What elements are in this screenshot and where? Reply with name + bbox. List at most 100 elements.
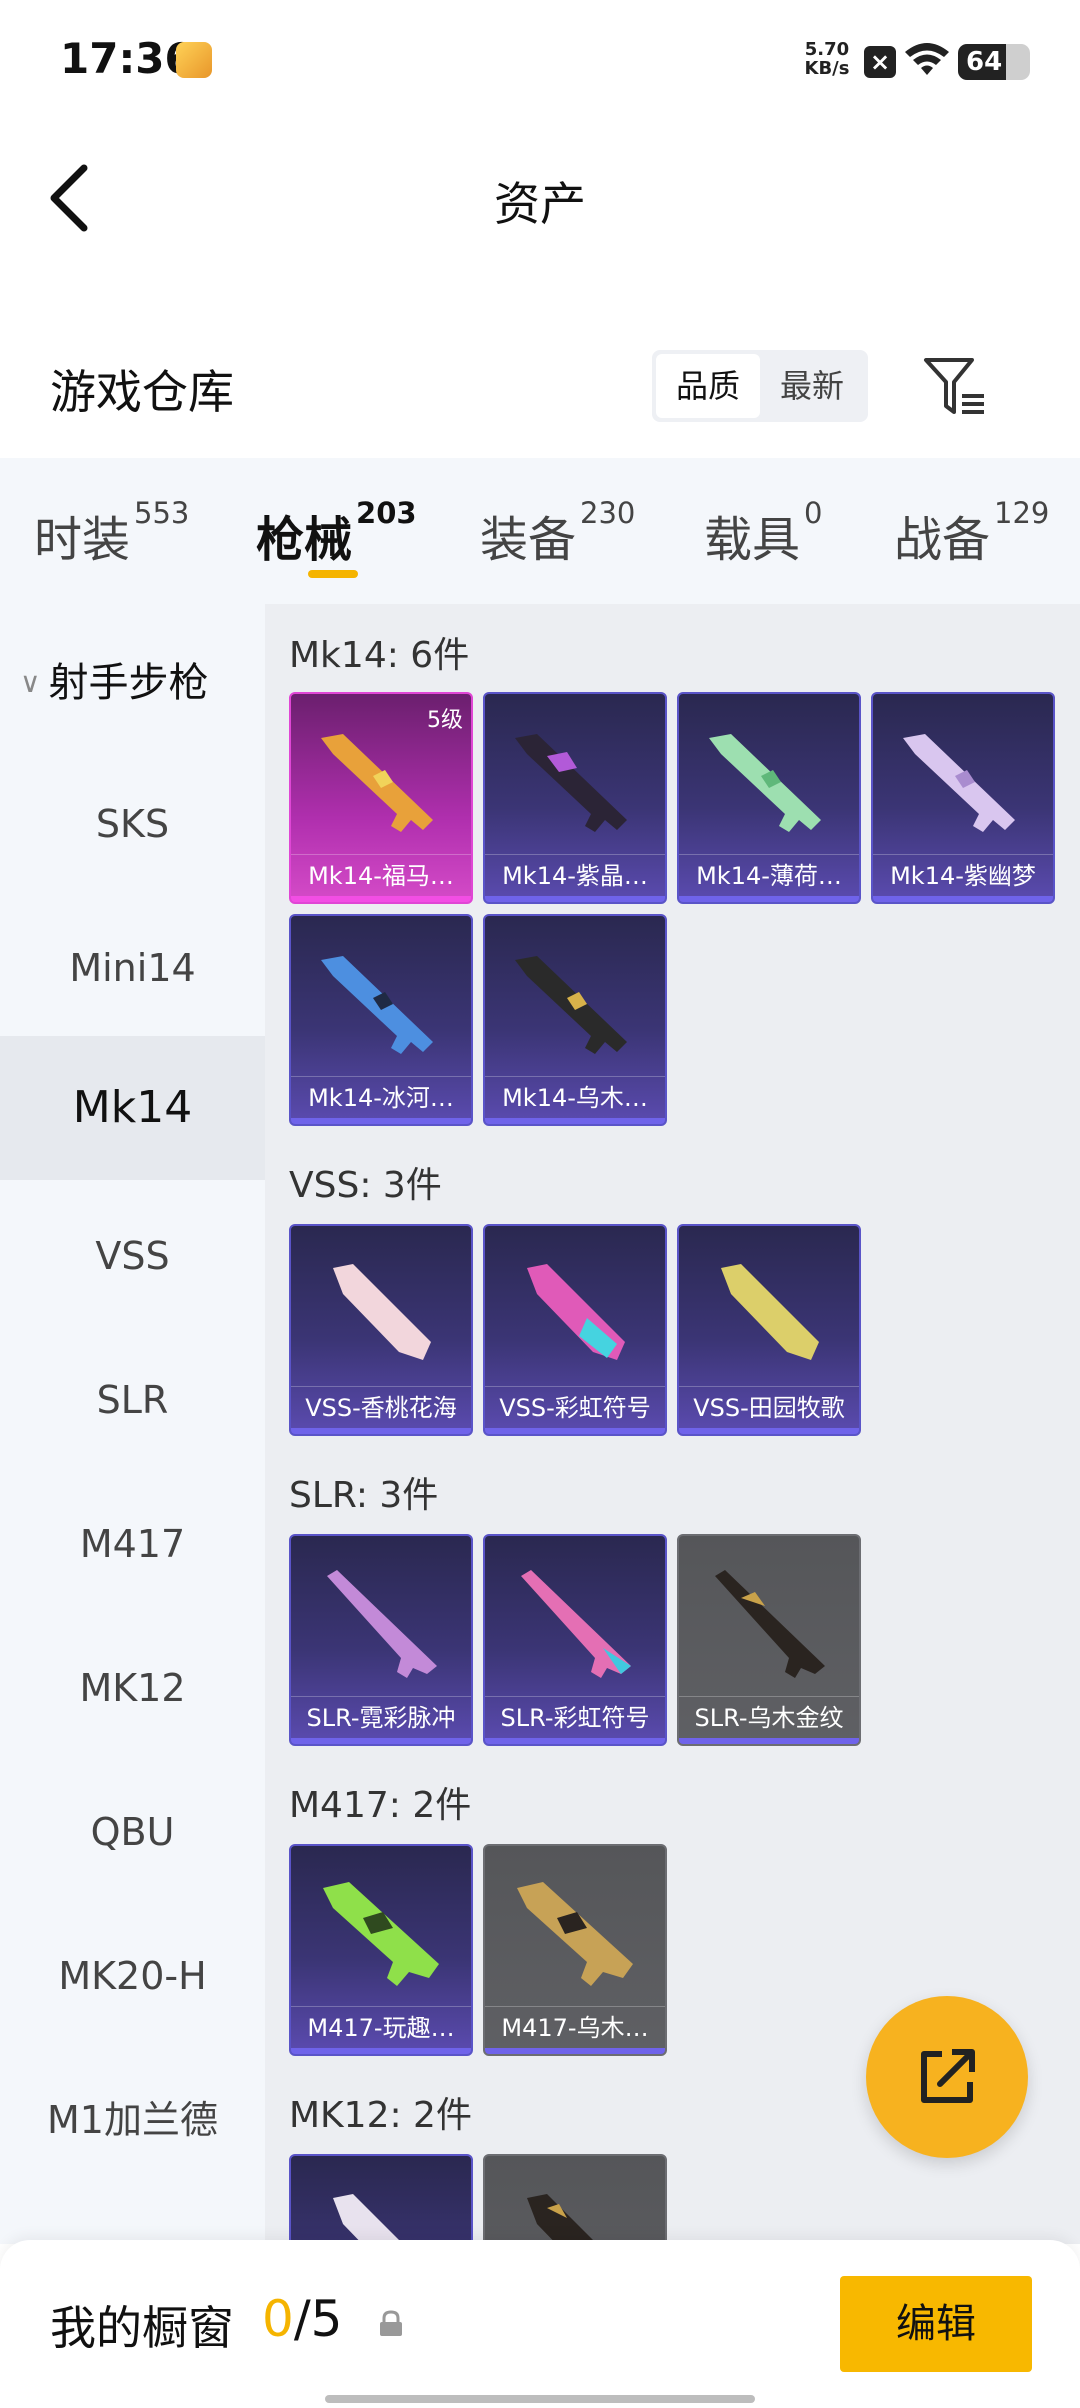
tab-label: 载具 (704, 512, 801, 568)
showcase-current: 0 (262, 2290, 294, 2348)
network-speed-unit: KB/s (804, 58, 850, 79)
skin-card[interactable]: 5级 Mk14-福马… (289, 692, 473, 904)
skin-name: VSS-彩虹符号 (485, 1386, 665, 1428)
showcase-total: /5 (293, 2290, 343, 2348)
skin-name: Mk14-薄荷… (679, 854, 859, 896)
rarity-bar (291, 2048, 471, 2054)
showcase-bar: 我的橱窗 0/5 编辑 (0, 2240, 1080, 2408)
tab-count: 0 (804, 496, 823, 530)
skin-name: SLR-彩虹符号 (485, 1696, 665, 1738)
tab-gear[interactable]: 战备 129 (894, 496, 1049, 570)
network-speed: 5.70 KB/s (800, 40, 854, 78)
rarity-bar (485, 2048, 665, 2054)
page-title: 资产 (494, 177, 586, 231)
skin-card[interactable]: Mk14-紫幽梦 (871, 692, 1055, 904)
sort-newest[interactable]: 最新 (760, 354, 864, 418)
skin-card[interactable]: VSS-香桃花海 (289, 1224, 473, 1436)
rifle-icon (527, 1264, 625, 1360)
rifle-icon (515, 734, 627, 832)
rifle-icon (321, 734, 433, 832)
tab-vehicles[interactable]: 载具 0 (704, 496, 822, 570)
skin-card[interactable]: SLR-霓彩脉冲 (289, 1534, 473, 1746)
rarity-bar (291, 1118, 471, 1124)
rifle-icon (515, 956, 627, 1054)
skin-card[interactable]: M417-玩趣… (289, 1844, 473, 2056)
rifle-icon (715, 1570, 825, 1678)
tab-count: 203 (356, 496, 417, 530)
sidebar-item-mini14[interactable]: Mini14 (0, 896, 265, 1040)
share-button[interactable] (866, 1996, 1028, 2158)
home-indicator (325, 2395, 755, 2403)
sidebar-item-vss[interactable]: VSS (0, 1184, 265, 1328)
skin-name: SLR-霓彩脉冲 (291, 1696, 471, 1738)
status-bar: 17:36 5.70 KB/s × 64 (0, 0, 1080, 120)
sidebar-item-sks[interactable]: SKS (0, 752, 265, 896)
rarity-bar (485, 1738, 665, 1744)
skin-name: Mk14-福马… (291, 854, 471, 896)
sidebar-item-mk14[interactable]: Mk14 (0, 1036, 265, 1180)
sidebar-group-label: 射手步枪 (48, 660, 209, 706)
tab-weapons[interactable]: 枪械 203 (256, 496, 417, 570)
edit-button[interactable]: 编辑 (840, 2276, 1032, 2372)
sort-segmented-control: 品质 最新 (652, 350, 868, 422)
rarity-bar (679, 1738, 859, 1744)
skin-card[interactable]: Mk14-乌木… (483, 914, 667, 1126)
sidebar-item-m417[interactable]: M417 (0, 1472, 265, 1616)
tab-label: 枪械 (256, 512, 353, 568)
skin-card[interactable]: M417-乌木… (483, 1844, 667, 2056)
rarity-bar (291, 1738, 471, 1744)
skin-name: Mk14-冰河… (291, 1076, 471, 1118)
skin-card[interactable]: SLR-彩虹符号 (483, 1534, 667, 1746)
battery-indicator: 64 (958, 44, 1030, 80)
rifle-icon (527, 2194, 597, 2244)
rifle-icon (721, 1264, 819, 1360)
group-title: M417: 2件 (289, 1785, 472, 1826)
rifle-icon (521, 1570, 631, 1678)
tab-label: 战备 (894, 512, 991, 568)
group-title: SLR: 3件 (289, 1475, 439, 1516)
skin-card[interactable]: Mk14-紫晶… (483, 692, 667, 904)
skin-name: Mk14-紫晶… (485, 854, 665, 896)
lock-icon (380, 2310, 402, 2336)
showcase-label: 我的橱窗 (50, 2301, 234, 2355)
filter-icon[interactable] (922, 356, 988, 418)
tab-fashion[interactable]: 时装 553 (34, 496, 189, 570)
sidebar-item-m1-garand[interactable]: M1加兰德 (0, 2048, 265, 2192)
skin-name: M417-玩趣… (291, 2006, 471, 2048)
skin-card[interactable] (289, 2154, 473, 2244)
skin-name: M417-乌木… (485, 2006, 665, 2048)
rifle-icon (323, 1882, 439, 1986)
rarity-bar (291, 1428, 471, 1434)
wifi-icon (905, 43, 949, 75)
rarity-bar (485, 896, 665, 902)
showcase-count: 0/5 (262, 2290, 342, 2348)
sort-quality[interactable]: 品质 (656, 354, 760, 418)
tab-label: 装备 (480, 512, 577, 568)
skin-card[interactable]: Mk14-冰河… (289, 914, 473, 1126)
group-title: VSS: 3件 (289, 1165, 442, 1206)
rarity-bar (679, 1428, 859, 1434)
skin-card[interactable]: VSS-田园牧歌 (677, 1224, 861, 1436)
skin-card[interactable]: Mk14-薄荷… (677, 692, 861, 904)
tab-count: 553 (134, 496, 190, 530)
sidebar-item-qbu[interactable]: QBU (0, 1760, 265, 1904)
sidebar-group-marksman[interactable]: ∨ 射手步枪 (20, 650, 209, 708)
skin-card[interactable]: VSS-彩虹符号 (483, 1224, 667, 1436)
sidebar-item-slr[interactable]: SLR (0, 1328, 265, 1472)
skin-card[interactable] (483, 2154, 667, 2244)
rifle-icon (517, 1882, 633, 1986)
skin-card[interactable]: SLR-乌木金纹 (677, 1534, 861, 1746)
rarity-bar (291, 896, 471, 902)
sidebar-item-mk20h[interactable]: MK20-H (0, 1904, 265, 2048)
share-icon (921, 2049, 975, 2103)
skin-name: VSS-田园牧歌 (679, 1386, 859, 1428)
status-time: 17:36 (60, 34, 194, 83)
skin-name: Mk14-乌木… (485, 1076, 665, 1118)
tab-equipment[interactable]: 装备 230 (480, 496, 635, 570)
rifle-icon (333, 1264, 431, 1360)
sidebar-item-mk12[interactable]: MK12 (0, 1616, 265, 1760)
skin-name: VSS-香桃花海 (291, 1386, 471, 1428)
network-speed-value: 5.70 (804, 39, 850, 60)
skin-name: Mk14-紫幽梦 (873, 854, 1053, 896)
warehouse-title: 游戏仓库 (50, 365, 234, 419)
